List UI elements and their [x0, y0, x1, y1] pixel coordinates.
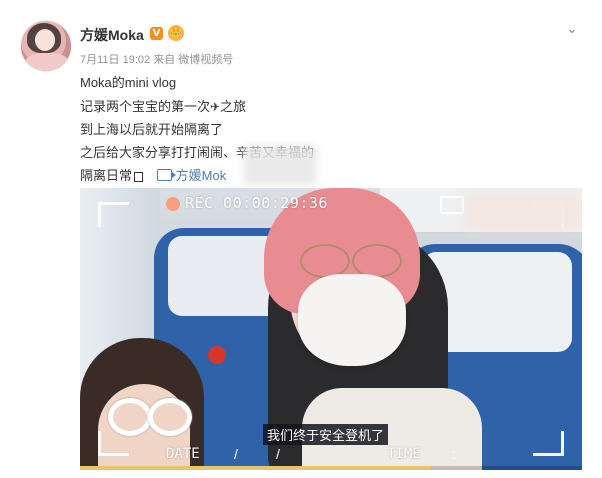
time-separator: :	[452, 446, 456, 462]
rec-indicator: REC 00:00:29:36	[185, 194, 328, 212]
post-text-line-3: 到上海以后就开始隔离了	[80, 122, 224, 137]
date-separator-2: /	[276, 446, 280, 462]
post-text-line-2: 记录两个宝宝的第一次✈之旅	[80, 96, 246, 115]
post-text-line-5-text: 隔离日常	[80, 168, 133, 183]
avatar[interactable]	[20, 20, 72, 72]
post-text-line-5: 隔离日常 方媛Mok	[80, 165, 226, 184]
glasses-lens-right	[352, 244, 402, 278]
viewfinder-corner-br	[533, 431, 564, 456]
avatar-face	[35, 29, 55, 51]
video-icon	[156, 169, 176, 181]
face-mask	[298, 274, 406, 366]
weibo-post-card: 方媛Moka V 👑 7月11日 19:02 来自 微博视频号 ⌄ Moka的m…	[0, 0, 602, 478]
child-hair-bow	[208, 346, 226, 364]
blurred-watermark	[464, 192, 582, 230]
video-subtitle: 我们终于安全登机了	[263, 424, 389, 445]
rec-label: REC	[185, 194, 214, 212]
post-text-line-2a: 记录两个宝宝的第一次	[80, 99, 211, 114]
chevron-down-icon[interactable]: ⌄	[566, 20, 578, 37]
blurred-overlay	[243, 145, 317, 185]
post-source: 来自 微博视频号	[153, 54, 234, 66]
video-link-label: 方媛Mok	[175, 168, 227, 183]
author-name[interactable]: 方媛Moka	[80, 25, 144, 45]
woman-glasses	[294, 244, 404, 278]
child-glasses	[108, 398, 192, 436]
member-crown-icon: 👑	[168, 25, 184, 41]
post-text-line-1: Moka的mini vlog	[80, 75, 177, 90]
video-player[interactable]: REC 00:00:29:36 我们终于安全登机了 DATE / / TIME …	[80, 188, 582, 470]
record-dot-icon	[166, 197, 180, 211]
date-separator: /	[234, 446, 238, 462]
camera-icon	[440, 196, 464, 214]
viewfinder-corner-bl	[98, 431, 129, 456]
child-glasses-right	[148, 398, 192, 436]
video-progress-fill	[80, 466, 432, 470]
video-link[interactable]: 方媛Mok	[156, 168, 227, 183]
viewfinder-corner-tl	[98, 202, 129, 227]
post-timestamp[interactable]: 7月11日 19:02	[80, 54, 150, 66]
verified-badge-icon: V	[150, 27, 163, 40]
post-text-line-2b: 之旅	[220, 99, 247, 114]
glasses-lens-left	[300, 244, 350, 278]
time-label: TIME	[387, 446, 421, 462]
avatar-body	[25, 53, 69, 71]
rec-timecode: 00:00:29:36	[223, 194, 328, 212]
video-progress-bar[interactable]	[80, 466, 582, 470]
date-label: DATE	[166, 446, 200, 462]
post-meta: 7月11日 19:02 来自 微博视频号	[80, 51, 233, 67]
airplane-icon: ✈	[210, 100, 221, 114]
missing-glyph-icon	[134, 171, 144, 182]
